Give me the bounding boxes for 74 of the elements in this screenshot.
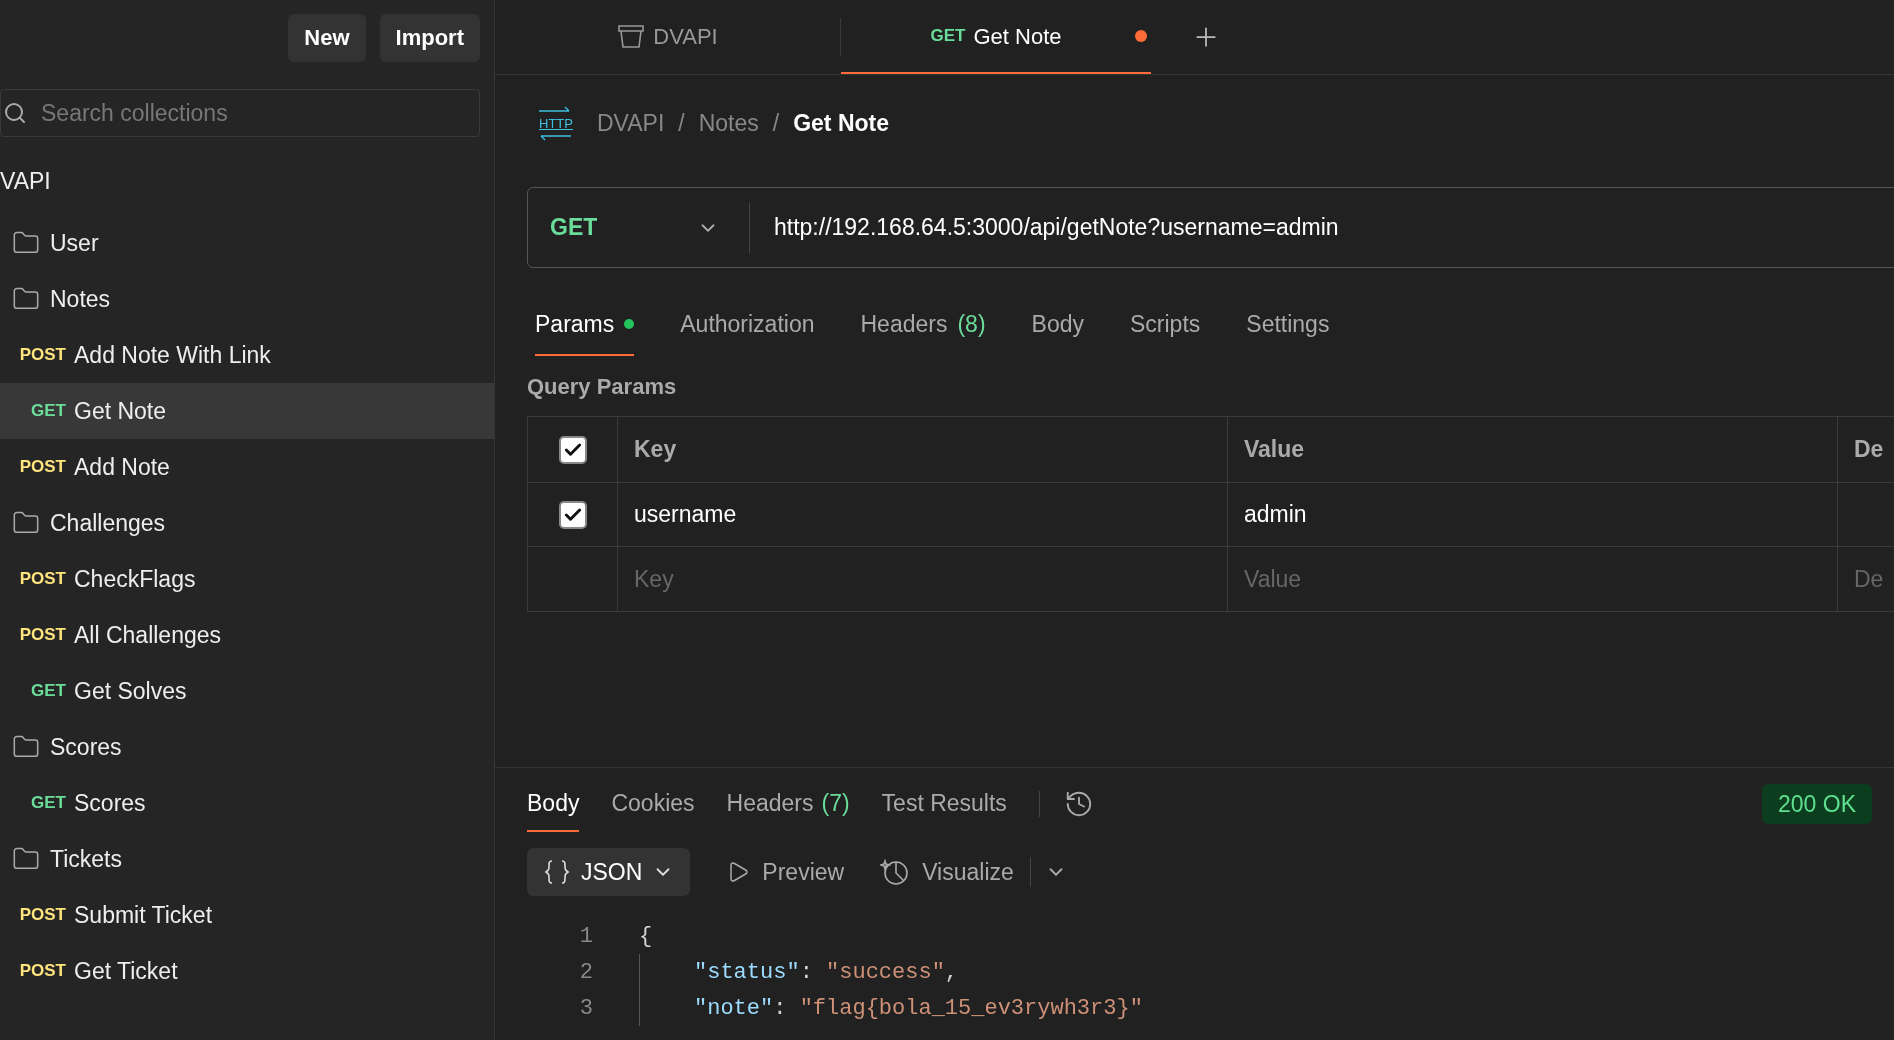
folder-name: Scores xyxy=(50,732,122,762)
breadcrumb-separator: / xyxy=(678,109,685,139)
request-name: Get Note xyxy=(74,396,167,426)
method-label: GET xyxy=(31,400,66,423)
method-label: GET xyxy=(31,680,66,703)
sidebar-request[interactable]: GET Get Note xyxy=(0,383,494,439)
format-select[interactable]: JSON xyxy=(527,848,691,896)
response-tab[interactable]: Body xyxy=(527,776,580,832)
folder-name: Tickets xyxy=(50,844,122,874)
braces-icon xyxy=(543,858,571,886)
breadcrumb-item: Get Note xyxy=(793,109,889,139)
method-label: POST xyxy=(19,624,66,647)
code-line: "note": "flag{bola_15_ev3rywh3r3}" xyxy=(694,994,1143,1023)
section-title: Query Params xyxy=(527,372,677,401)
response-tab[interactable]: Cookies xyxy=(611,776,695,832)
request-name: Add Note xyxy=(74,452,170,482)
breadcrumb-separator: / xyxy=(772,109,780,139)
line-number: 3 xyxy=(578,994,593,1023)
folder-name: User xyxy=(50,228,99,258)
code-line: "status": "success", xyxy=(694,958,959,987)
request-name: CheckFlags xyxy=(74,564,196,594)
method-label: GET xyxy=(930,25,966,48)
response-tab[interactable]: Test Results xyxy=(881,776,1007,832)
column-header: Value xyxy=(1244,435,1305,465)
request-name: Get Solves xyxy=(74,676,187,706)
request-section-tab[interactable]: Authorization xyxy=(680,294,815,356)
column-header: Key xyxy=(634,435,677,465)
request-section-tab[interactable]: Params xyxy=(535,294,635,356)
view-button[interactable]: Visualize xyxy=(880,854,1014,890)
search-input[interactable]: Search collections xyxy=(41,95,479,131)
url-bar[interactable]: GET http://192.168.64.5:3000/api/getNote?username=admin xyxy=(527,187,1894,268)
folder-name: Challenges xyxy=(50,508,166,538)
toolbar-button[interactable]: Import xyxy=(379,13,480,62)
search-field[interactable]: Search collections xyxy=(0,89,480,137)
method-select[interactable]: GET xyxy=(528,202,750,253)
method-label: POST xyxy=(19,344,66,367)
code-line: { xyxy=(639,922,653,951)
request-name: Scores xyxy=(74,788,146,818)
folder-name: Notes xyxy=(50,284,111,314)
breadcrumb-item[interactable]: DVAPI xyxy=(596,106,665,141)
tab-label: DVAPI xyxy=(653,22,718,51)
param-value[interactable]: admin xyxy=(1244,497,1307,532)
request-name: Submit Ticket xyxy=(74,900,213,930)
method-label: POST xyxy=(19,960,66,983)
url-field[interactable]: http://192.168.64.5:3000/api/getNote?username=admin xyxy=(750,210,1894,245)
breadcrumb-item[interactable]: Notes xyxy=(698,106,759,141)
checkbox[interactable] xyxy=(558,435,587,464)
request-section-tab[interactable]: Settings xyxy=(1246,294,1330,356)
method-label: POST xyxy=(19,904,66,927)
method-label: POST xyxy=(19,568,66,591)
request-section-tab[interactable]: Body xyxy=(1031,294,1084,356)
request-section-tab[interactable]: Headers (8) xyxy=(860,294,986,356)
line-number: 1 xyxy=(578,922,593,951)
tab-label: Get Note xyxy=(973,22,1062,51)
request-tab[interactable]: DVAPI xyxy=(495,0,840,74)
request-name: Get Ticket xyxy=(74,956,178,986)
request-tab[interactable]: GET Get Note xyxy=(841,0,1151,74)
line-number: 2 xyxy=(578,958,593,987)
view-button[interactable]: Preview xyxy=(726,854,845,890)
column-header: De xyxy=(1854,435,1884,465)
response-tab[interactable]: Headers (7) xyxy=(726,776,850,832)
request-name: All Challenges xyxy=(74,620,222,650)
request-name: Add Note With Link xyxy=(74,340,271,370)
collection-name[interactable]: VAPI xyxy=(0,163,51,199)
method-label: GET xyxy=(31,792,66,815)
method-label: POST xyxy=(19,456,66,479)
checkbox[interactable] xyxy=(558,500,587,529)
collection-icon xyxy=(617,23,646,49)
toolbar-button[interactable]: New xyxy=(288,13,366,62)
search-icon xyxy=(3,101,27,125)
param-key[interactable]: username xyxy=(634,497,737,532)
chart-sparkle-icon xyxy=(880,857,911,887)
request-section-tab[interactable]: Scripts xyxy=(1130,294,1201,356)
status-badge: 200 OK xyxy=(1762,784,1872,824)
